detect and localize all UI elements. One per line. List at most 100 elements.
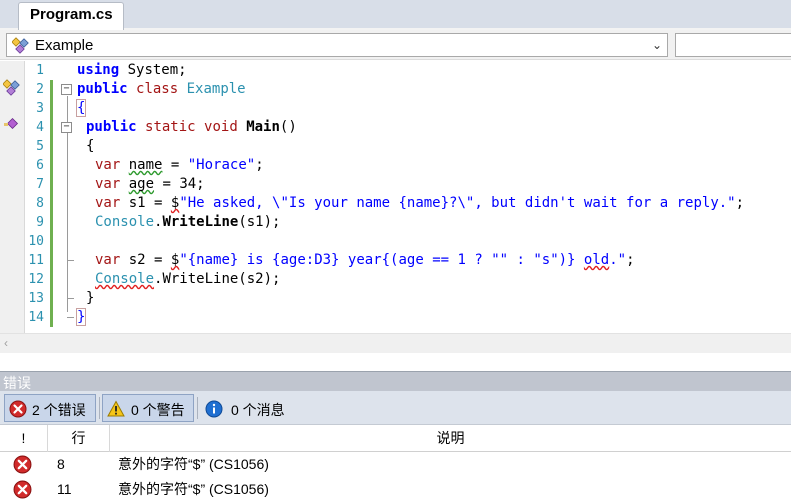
line-numbers: 1 2 3 4 5 6 7 8 9 10 11 12 13 14 — [26, 61, 48, 333]
panel-title: 错误 — [3, 375, 31, 391]
method-icon — [4, 117, 19, 130]
line-number: 14 — [28, 310, 44, 325]
code-text: = 34; — [154, 176, 205, 192]
line-number: 2 — [36, 82, 44, 97]
messages-filter-button[interactable]: 0 个消息 — [200, 394, 300, 422]
method-name: WriteLine — [162, 214, 239, 230]
line-number: 9 — [36, 215, 44, 230]
table-row[interactable]: 11 意外的字符“$” (CS1056) — [0, 477, 791, 502]
class-name: Example — [186, 81, 246, 97]
code-line-7: var age = 34; — [95, 175, 205, 194]
code-line-4: public static void Main() — [86, 118, 297, 137]
document-tab-strip: Program.cs — [0, 0, 791, 30]
line-number: 5 — [36, 139, 44, 154]
code-line-9: Console.WriteLine(s1); — [95, 213, 280, 232]
code-text: = — [145, 252, 171, 268]
error-list-header: ! 行 说明 — [0, 425, 791, 452]
keyword: using — [77, 62, 120, 78]
toolbar-separator — [197, 397, 198, 419]
code-line-1: using System; — [77, 61, 187, 80]
code-line-13: } — [86, 289, 94, 308]
code-text: .WriteLine(s2); — [154, 271, 281, 287]
errors-filter-button[interactable]: 2 个错误 — [4, 394, 96, 422]
keyword: void — [204, 119, 238, 135]
line-number: 8 — [36, 196, 44, 211]
messages-filter-label: 0 个消息 — [231, 402, 285, 418]
panel-splitter[interactable] — [0, 353, 791, 371]
change-indicator-bar — [50, 80, 53, 327]
method-name: Main — [246, 119, 280, 135]
code-line-8: var s1 = $"He asked, \"Is your name {nam… — [95, 194, 744, 213]
brace: { — [86, 138, 95, 154]
code-line-3: { — [75, 99, 87, 118]
horizontal-scrollbar[interactable]: ‹ — [0, 333, 791, 353]
table-row[interactable]: 8 意外的字符“$” (CS1056) — [0, 452, 791, 477]
chevron-down-icon[interactable]: ⌄ — [650, 37, 664, 53]
column-header-line[interactable]: 行 — [48, 425, 110, 452]
line-number: 12 — [28, 272, 44, 287]
keyword: var — [95, 157, 121, 173]
class-selector-label: Example — [35, 37, 94, 54]
error-token: old — [583, 252, 610, 268]
variable-name: age — [128, 176, 155, 192]
error-icon — [9, 400, 27, 418]
code-text: () — [279, 119, 297, 135]
code-text: ; — [626, 252, 635, 268]
string-literal: "He asked, \"Is your name {name}?\", but… — [179, 195, 736, 211]
keyword: var — [95, 195, 121, 211]
fold-guide-tick — [67, 260, 74, 261]
column-header-severity[interactable]: ! — [0, 425, 48, 452]
brace: } — [86, 290, 95, 306]
line-number: 6 — [36, 158, 44, 173]
fold-collapse-icon[interactable]: − — [61, 122, 72, 133]
fold-collapse-icon[interactable]: − — [61, 84, 72, 95]
variable-name: s2 — [128, 252, 146, 268]
tab-program-cs[interactable]: Program.cs — [18, 2, 124, 30]
class-icon — [12, 37, 29, 54]
line-number: 11 — [28, 253, 44, 268]
warnings-filter-button[interactable]: 0 个警告 — [102, 394, 194, 422]
warning-icon — [107, 400, 125, 417]
code-text: = — [162, 157, 188, 173]
info-icon — [205, 400, 223, 418]
scroll-left-icon[interactable]: ‹ — [4, 336, 8, 350]
toolbar-separator — [99, 397, 100, 419]
fold-guide-tick — [67, 317, 74, 318]
line-number: 13 — [28, 291, 44, 306]
string-literal: "{name} is {age:D3} year{(age == 1 ? "" … — [179, 252, 584, 268]
navigation-bar: Example ⌄ — [0, 30, 791, 60]
column-header-description[interactable]: 说明 — [110, 425, 791, 452]
fold-guide-tick — [67, 298, 74, 299]
error-list-title-bar: 错误 — [0, 371, 791, 391]
line-number: 7 — [36, 177, 44, 192]
error-icon — [13, 480, 32, 499]
code-line-12: Console.WriteLine(s2); — [95, 270, 280, 289]
errors-filter-label: 2 个错误 — [32, 402, 86, 418]
keyword: public — [77, 81, 128, 97]
code-text: ; — [255, 157, 264, 173]
keyword: public — [86, 119, 137, 135]
class-selector-dropdown[interactable]: Example ⌄ — [6, 33, 668, 57]
brace: } — [75, 308, 87, 326]
error-line-cell: 8 — [57, 456, 65, 472]
keyword: static — [145, 119, 196, 135]
string-literal: "Horace" — [187, 157, 256, 173]
string-literal: ." — [609, 252, 627, 268]
error-description-cell: 意外的字符“$” (CS1056) — [118, 456, 269, 472]
warnings-filter-label: 0 个警告 — [131, 402, 185, 418]
member-selector-dropdown[interactable] — [675, 33, 791, 57]
code-line-14: } — [75, 308, 87, 327]
error-icon — [13, 455, 32, 474]
variable-name: name — [128, 157, 163, 173]
code-text: s1 = — [120, 195, 171, 211]
type-name: Console — [95, 271, 155, 287]
glyph-margin — [0, 61, 25, 333]
class-icon — [3, 79, 20, 96]
code-text: (s1); — [238, 214, 281, 230]
code-editor[interactable]: 1 2 3 4 5 6 7 8 9 10 11 12 13 14 − − usi… — [0, 61, 791, 333]
code-line-5: { — [86, 137, 94, 156]
error-description-cell: 意外的字符“$” (CS1056) — [118, 481, 269, 497]
line-number: 4 — [36, 120, 44, 135]
code-line-11: var s2 = $"{name} is {age:D3} year{(age … — [95, 251, 635, 270]
line-number: 1 — [36, 63, 44, 78]
